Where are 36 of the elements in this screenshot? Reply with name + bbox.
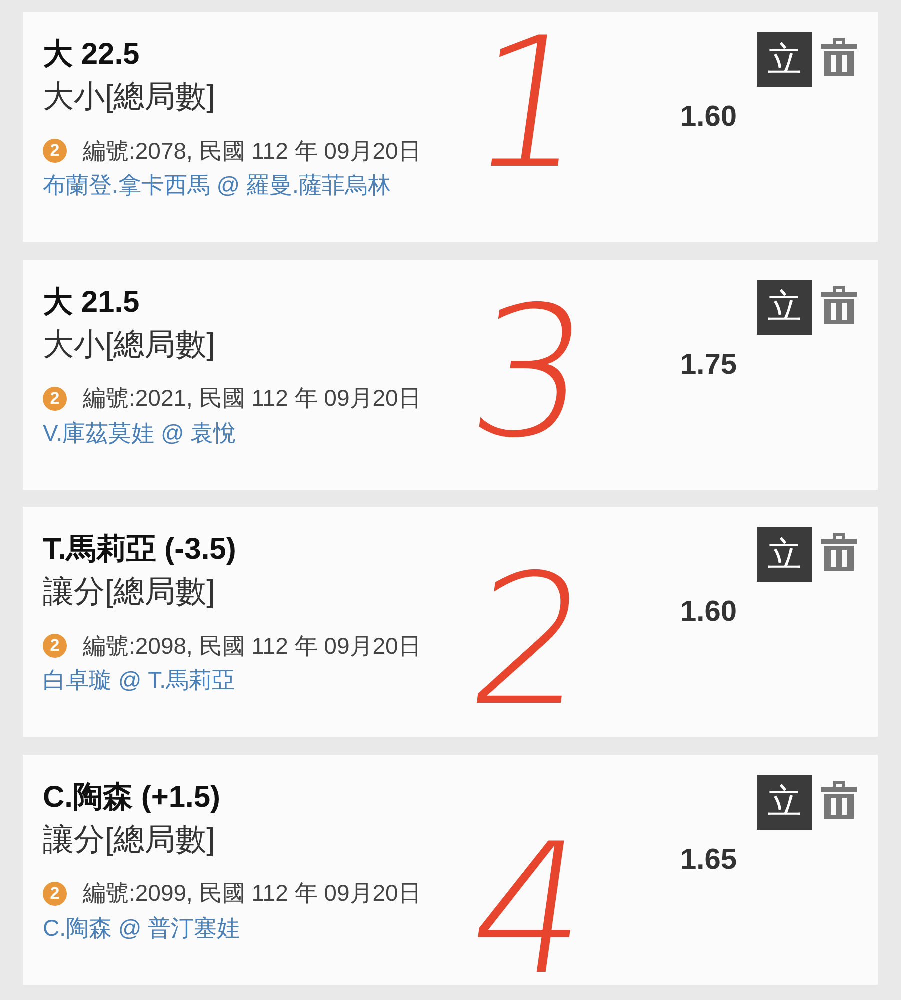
match-teams: V.庫茲莫娃 @ 袁悅	[43, 418, 237, 448]
market-type: 大小[總局數]	[43, 326, 216, 364]
number-badge: 2	[43, 139, 67, 163]
odds-value: 1.75	[680, 348, 737, 382]
bet-selection: 大 22.5	[43, 37, 140, 73]
bet-selection: 大 21.5	[43, 284, 140, 320]
quick-bet-button[interactable]: 立	[757, 32, 812, 87]
odds-value: 1.65	[680, 842, 737, 876]
bet-info: 編號:2098, 民國 112 年 09月20日	[83, 632, 422, 660]
market-type: 大小[總局數]	[43, 78, 216, 116]
market-type: 讓分[總局數]	[43, 820, 216, 858]
trash-icon[interactable]	[821, 533, 857, 571]
odds-value: 1.60	[680, 595, 737, 629]
handwritten-number: 1	[462, 33, 598, 177]
trash-icon[interactable]	[821, 286, 857, 324]
bet-info: 編號:2078, 民國 112 年 09月20日	[83, 136, 422, 166]
number-badge: 2	[43, 882, 67, 906]
market-type: 讓分[總局數]	[43, 573, 216, 611]
handwritten-number: 2	[462, 570, 598, 714]
match-teams: C.陶森 @ 普汀塞娃	[43, 914, 240, 942]
handwritten-number: 4	[462, 838, 598, 982]
odds-value: 1.60	[680, 100, 737, 134]
quick-bet-button[interactable]: 立	[757, 280, 812, 334]
number-badge: 2	[43, 634, 67, 658]
trash-icon[interactable]	[821, 780, 857, 818]
trash-icon[interactable]	[821, 38, 857, 76]
match-teams: 白卓璇 @ T.馬莉亞	[43, 666, 236, 695]
bet-selection: T.馬莉亞 (-3.5)	[43, 532, 236, 568]
bet-info: 編號:2021, 民國 112 年 09月20日	[83, 384, 422, 413]
quick-bet-button[interactable]: 立	[757, 774, 812, 830]
bet-selection: C.陶森 (+1.5)	[43, 780, 221, 816]
match-teams: 布蘭登.拿卡西馬 @ 羅曼.薩菲烏林	[43, 171, 391, 200]
handwritten-number: 3	[462, 302, 598, 446]
bet-info: 編號:2099, 民國 112 年 09月20日	[83, 879, 422, 908]
quick-bet-button[interactable]: 立	[757, 527, 812, 582]
number-badge: 2	[43, 386, 67, 410]
